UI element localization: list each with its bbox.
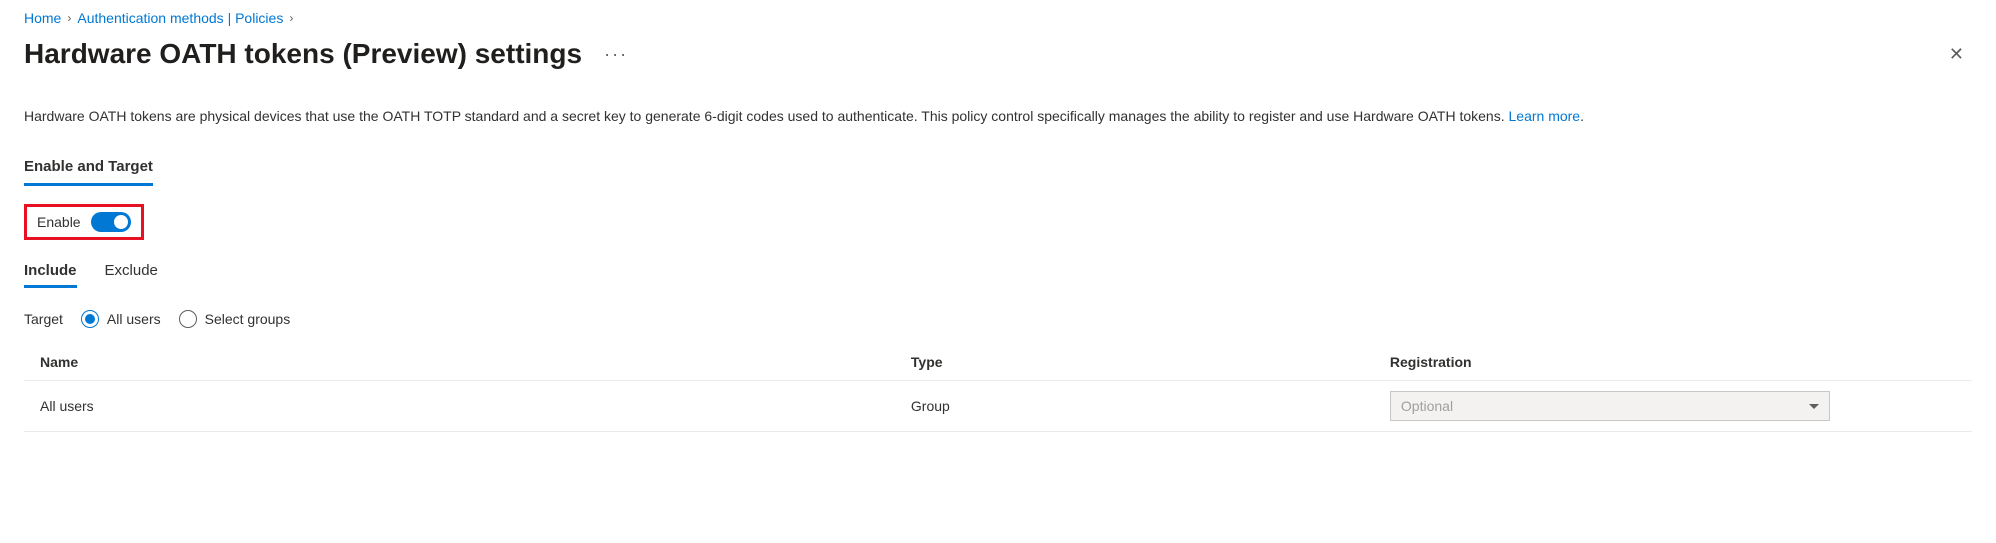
targets-table: Name Type Registration All users Group O… — [24, 344, 1972, 432]
chevron-right-icon: › — [67, 11, 71, 25]
col-header-registration: Registration — [1390, 354, 1956, 370]
radio-label: Select groups — [205, 311, 291, 327]
radio-label: All users — [107, 311, 161, 327]
tab-exclude[interactable]: Exclude — [105, 262, 158, 288]
section-tabs: Enable and Target — [24, 154, 1972, 186]
breadcrumb-home[interactable]: Home — [24, 10, 61, 26]
toggle-knob — [114, 215, 128, 229]
enable-highlight-box: Enable — [24, 204, 144, 240]
radio-icon — [81, 310, 99, 328]
select-value: Optional — [1401, 398, 1453, 414]
chevron-down-icon — [1809, 404, 1819, 409]
include-exclude-tabs: Include Exclude — [24, 262, 1972, 288]
tab-include[interactable]: Include — [24, 262, 77, 288]
page-description: Hardware OATH tokens are physical device… — [24, 106, 1972, 126]
table-header-row: Name Type Registration — [24, 344, 1972, 381]
chevron-right-icon: › — [289, 11, 293, 25]
enable-label: Enable — [37, 214, 81, 230]
col-header-type: Type — [911, 354, 1390, 370]
close-button[interactable]: ✕ — [1941, 40, 1972, 69]
cell-type: Group — [911, 398, 1390, 414]
tab-enable-and-target[interactable]: Enable and Target — [24, 154, 153, 186]
radio-all-users[interactable]: All users — [81, 310, 161, 328]
radio-select-groups[interactable]: Select groups — [179, 310, 291, 328]
radio-icon — [179, 310, 197, 328]
col-header-name: Name — [40, 354, 911, 370]
breadcrumb-auth-methods[interactable]: Authentication methods | Policies — [77, 10, 283, 26]
page-title: Hardware OATH tokens (Preview) settings — [24, 38, 582, 70]
cell-name: All users — [40, 398, 911, 414]
learn-more-link[interactable]: Learn more — [1509, 108, 1581, 124]
more-actions-button[interactable]: ··· — [598, 41, 634, 67]
page-header: Hardware OATH tokens (Preview) settings … — [24, 38, 1972, 70]
target-row: Target All users Select groups — [24, 310, 1972, 328]
description-text: Hardware OATH tokens are physical device… — [24, 108, 1509, 124]
registration-select[interactable]: Optional — [1390, 391, 1830, 421]
enable-toggle[interactable] — [91, 212, 131, 232]
breadcrumb: Home › Authentication methods | Policies… — [24, 10, 1972, 26]
target-label: Target — [24, 311, 63, 327]
period: . — [1580, 108, 1584, 124]
table-row: All users Group Optional — [24, 381, 1972, 432]
